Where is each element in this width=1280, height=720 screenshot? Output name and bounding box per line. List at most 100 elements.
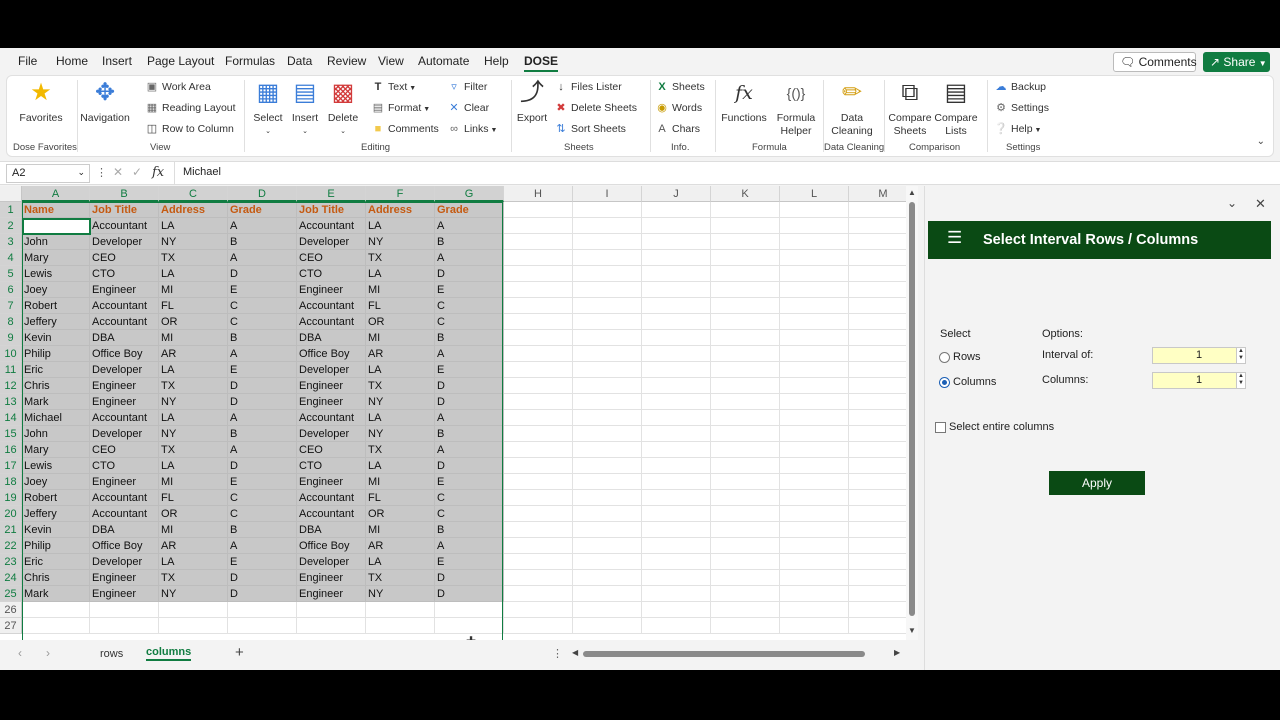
grid-cell[interactable] — [573, 378, 642, 394]
spin-up-icon[interactable]: ▲ — [1237, 373, 1245, 380]
grid-cell[interactable]: MI — [159, 474, 228, 490]
row-header[interactable]: 26 — [0, 602, 22, 618]
grid-cell[interactable] — [711, 346, 780, 362]
rows-radio-label[interactable]: Rows — [953, 351, 981, 363]
grid-cell[interactable] — [366, 602, 435, 618]
grid-cell[interactable]: AR — [366, 346, 435, 362]
text-button[interactable]: T Text ▼ — [371, 78, 417, 96]
grid-cell[interactable]: C — [435, 506, 504, 522]
grid-cell[interactable] — [711, 378, 780, 394]
grid-cell[interactable]: Accountant — [90, 314, 159, 330]
grid-cell[interactable] — [504, 282, 573, 298]
grid-cell[interactable] — [573, 442, 642, 458]
row-header[interactable]: 10 — [0, 346, 22, 362]
grid-cell[interactable]: FL — [159, 298, 228, 314]
grid-cell[interactable]: D — [228, 458, 297, 474]
grid-cell[interactable]: LA — [159, 458, 228, 474]
grid-cell[interactable]: Michael — [22, 410, 90, 426]
grid-cell[interactable]: NY — [159, 234, 228, 250]
grid-cell[interactable]: Kevin — [22, 522, 90, 538]
grid-cell[interactable] — [711, 506, 780, 522]
grid-cell[interactable] — [711, 586, 780, 602]
grid-cell[interactable]: E — [228, 362, 297, 378]
grid-cell[interactable] — [642, 442, 711, 458]
grid-cell[interactable] — [711, 266, 780, 282]
grid-cell[interactable] — [573, 346, 642, 362]
grid-cell[interactable] — [711, 618, 780, 634]
grid-cell[interactable]: C — [435, 298, 504, 314]
column-title-cell[interactable]: Job Title — [297, 202, 366, 218]
row-header[interactable]: 15 — [0, 426, 22, 442]
grid-cell[interactable] — [711, 394, 780, 410]
share-button[interactable]: ↗ Share ▼ — [1203, 52, 1270, 72]
grid-cell[interactable]: John — [22, 234, 90, 250]
grid-cell[interactable] — [573, 282, 642, 298]
row-header[interactable]: 8 — [0, 314, 22, 330]
grid-cell[interactable]: Office Boy — [90, 346, 159, 362]
tab-automate[interactable]: Automate — [418, 54, 469, 68]
grid-cell[interactable] — [780, 522, 849, 538]
grid-cell[interactable]: AR — [366, 538, 435, 554]
row-header[interactable]: 22 — [0, 538, 22, 554]
grid-cell[interactable] — [780, 506, 849, 522]
pane-close-icon[interactable]: ✕ — [1255, 196, 1266, 212]
grid-cell[interactable]: FL — [366, 298, 435, 314]
grid-cell[interactable] — [780, 458, 849, 474]
grid-cell[interactable]: LA — [366, 362, 435, 378]
grid-cell[interactable] — [504, 602, 573, 618]
grid-cell[interactable]: Engineer — [297, 586, 366, 602]
reading-layout-button[interactable]: ▦ Reading Layout — [145, 99, 236, 117]
grid-cell[interactable] — [297, 618, 366, 634]
row-header[interactable]: 18 — [0, 474, 22, 490]
columns-count-stepper[interactable]: ▲ ▼ — [1236, 372, 1246, 389]
grid-cell[interactable] — [573, 314, 642, 330]
grid-cell[interactable] — [642, 522, 711, 538]
compare-lists-button[interactable]: ▤ Compare Lists — [933, 78, 979, 138]
grid-cell[interactable]: Accountant — [90, 298, 159, 314]
grid-cell[interactable]: D — [228, 586, 297, 602]
backup-button[interactable]: ☁ Backup — [994, 78, 1047, 96]
grid-cell[interactable] — [573, 522, 642, 538]
sort-sheets-button[interactable]: ⇅ Sort Sheets — [554, 120, 625, 138]
grid-cell[interactable]: DBA — [90, 522, 159, 538]
grid-cell[interactable] — [642, 538, 711, 554]
sheet-tab-rows[interactable]: rows — [100, 648, 123, 660]
next-sheet-icon[interactable]: › — [46, 646, 50, 660]
row-header[interactable]: 6 — [0, 282, 22, 298]
grid-cell[interactable]: DBA — [90, 330, 159, 346]
grid-cell[interactable] — [642, 586, 711, 602]
scroll-left-icon[interactable]: ◀ — [572, 648, 578, 657]
row-header[interactable]: 19 — [0, 490, 22, 506]
pane-options-icon[interactable]: ⌄ — [1227, 196, 1237, 210]
clear-button[interactable]: ✕ Clear — [447, 99, 489, 117]
grid-cell[interactable]: C — [228, 298, 297, 314]
grid-cell[interactable] — [780, 474, 849, 490]
grid-cell[interactable]: MI — [159, 330, 228, 346]
grid-cell[interactable] — [504, 522, 573, 538]
grid-cell[interactable] — [642, 570, 711, 586]
compare-sheets-button[interactable]: ⧉ Compare Sheets — [887, 78, 933, 138]
horizontal-scrollbar[interactable]: ◀ ▶ — [572, 648, 906, 660]
format-button[interactable]: ▤ Format ▼ — [371, 99, 430, 117]
grid-cell[interactable] — [711, 410, 780, 426]
column-header-l[interactable]: L — [780, 186, 849, 202]
column-title-cell[interactable]: Address — [159, 202, 228, 218]
grid-cell[interactable] — [780, 266, 849, 282]
grid-cell[interactable] — [642, 250, 711, 266]
grid-cell[interactable] — [780, 602, 849, 618]
grid-cell[interactable]: TX — [366, 570, 435, 586]
grid-cell[interactable] — [228, 602, 297, 618]
grid-cell[interactable] — [504, 458, 573, 474]
grid-cell[interactable] — [159, 618, 228, 634]
grid-cell[interactable]: Chris — [22, 378, 90, 394]
comments-ribbon-button[interactable]: ■ Comments — [371, 120, 439, 138]
grid-cell[interactable] — [504, 266, 573, 282]
grid-cell[interactable]: D — [228, 378, 297, 394]
column-header-f[interactable]: F — [366, 186, 435, 202]
row-header[interactable]: 25 — [0, 586, 22, 602]
grid-cell[interactable] — [573, 426, 642, 442]
grid-cell[interactable] — [573, 266, 642, 282]
grid-cell[interactable]: Developer — [297, 554, 366, 570]
row-header[interactable]: 17 — [0, 458, 22, 474]
grid-cell[interactable] — [642, 378, 711, 394]
